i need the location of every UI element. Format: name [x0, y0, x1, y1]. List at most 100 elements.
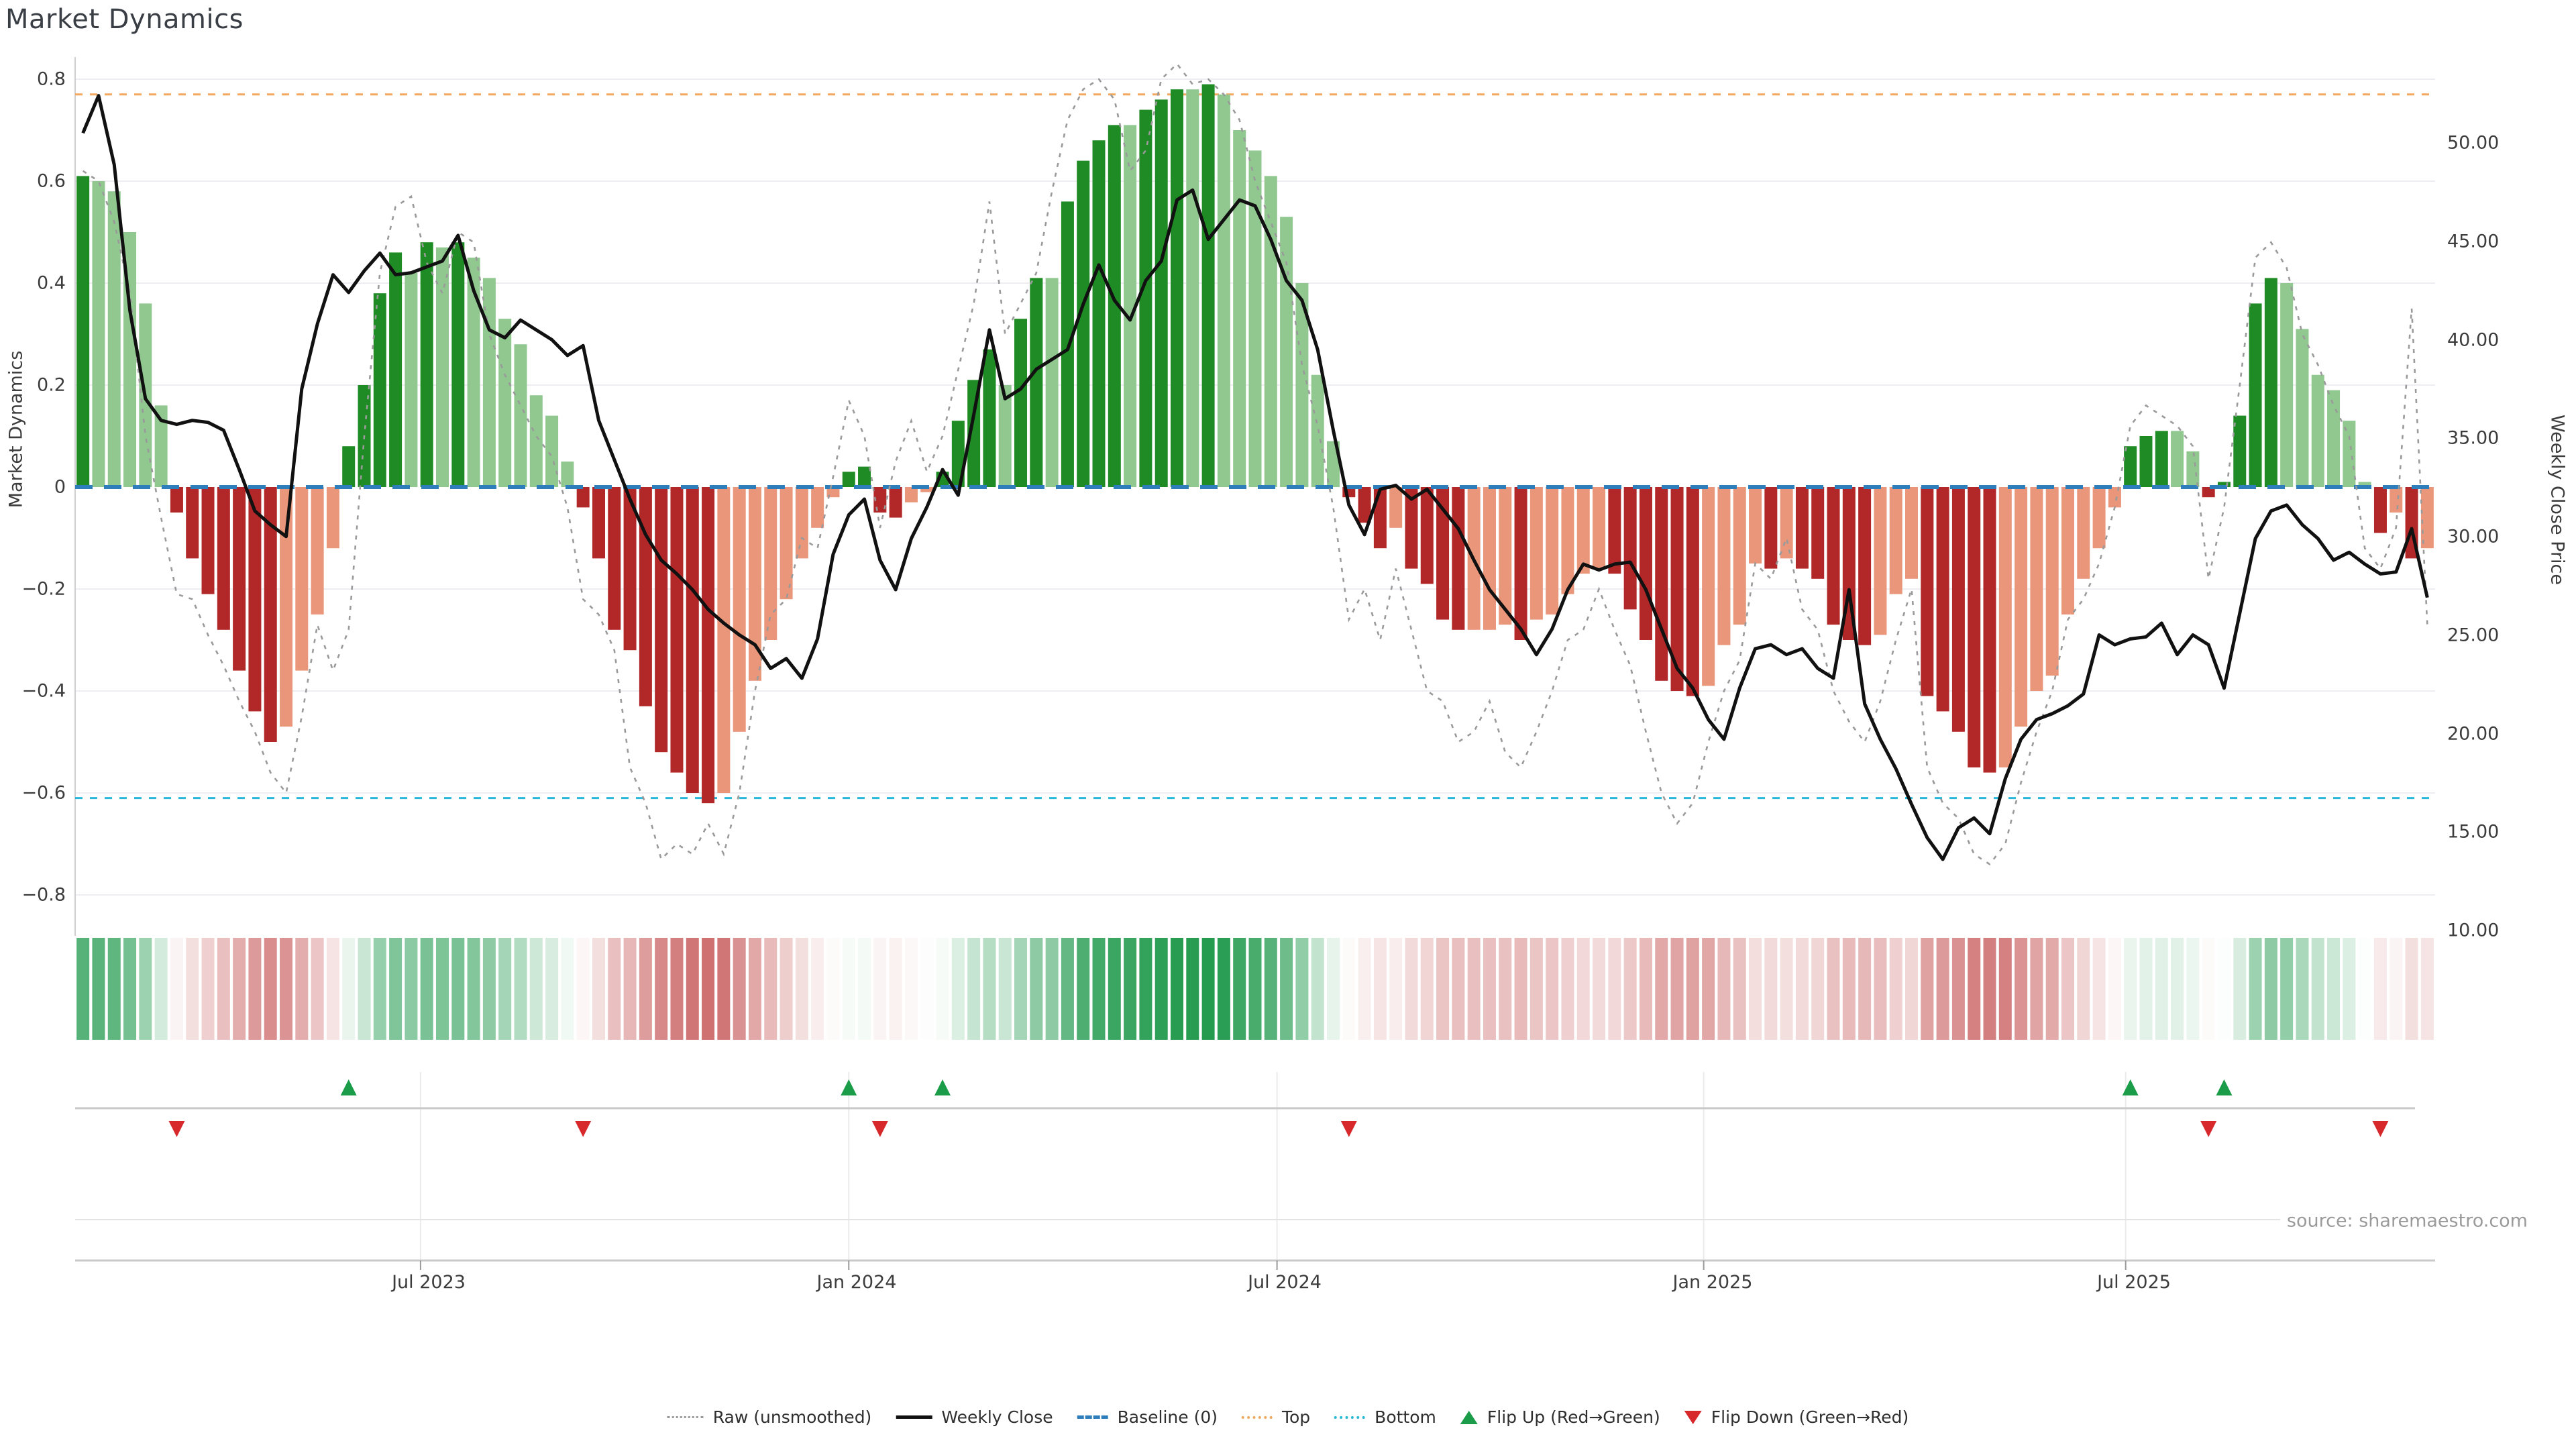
- bottom-line-icon: [1334, 1416, 1365, 1419]
- heatmap-cell: [873, 938, 886, 1040]
- oscillator-bar: [1452, 487, 1464, 630]
- heatmap-cell: [233, 938, 246, 1040]
- left-tick-0.8: 0.8: [5, 69, 66, 90]
- flip-up-marker: [2123, 1079, 2139, 1095]
- oscillator-bar: [1702, 487, 1715, 686]
- oscillator-bar: [561, 462, 574, 487]
- oscillator-bar: [608, 487, 621, 630]
- heatmap-cell: [405, 938, 417, 1040]
- oscillator-bar: [1577, 487, 1590, 574]
- oscillator-bar: [545, 416, 558, 487]
- heatmap-cell: [498, 938, 511, 1040]
- heatmap-cell: [1624, 938, 1637, 1040]
- heatmap-cell: [1686, 938, 1699, 1040]
- oscillator-bar: [170, 487, 183, 513]
- oscillator-bar: [717, 487, 730, 793]
- oscillator-bar: [1093, 140, 1106, 487]
- oscillator-bar: [1311, 375, 1324, 487]
- chart-canvas: [0, 0, 2576, 1449]
- oscillator-bar: [1374, 487, 1387, 548]
- oscillator-bar: [670, 487, 683, 773]
- oscillator-bar: [1905, 487, 1918, 579]
- heatmap-cell: [1811, 938, 1824, 1040]
- legend-item-flip-up: Flip Up (Red→Green): [1460, 1407, 1660, 1427]
- heatmap-cell: [1093, 938, 1106, 1040]
- oscillator-bar: [2046, 487, 2059, 676]
- oscillator-bar: [796, 487, 808, 558]
- oscillator-bar: [2108, 487, 2121, 507]
- heatmap-cell: [1358, 938, 1371, 1040]
- heatmap-cell: [1014, 938, 1027, 1040]
- heatmap-cell: [358, 938, 371, 1040]
- heatmap-cell: [2406, 938, 2418, 1040]
- oscillator-bar: [1640, 487, 1652, 640]
- oscillator-bar: [1858, 487, 1871, 645]
- heatmap-cell: [2218, 938, 2231, 1040]
- right-tick-25: 25.00: [2447, 625, 2499, 646]
- oscillator-bar: [1608, 487, 1621, 574]
- heatmap-cell: [592, 938, 605, 1040]
- baseline-line-icon: [1077, 1415, 1108, 1419]
- right-axis-title: Weekly Close Price: [2547, 415, 2568, 585]
- flip-up-marker: [341, 1079, 357, 1095]
- legend-item-weekly-close: Weekly Close: [896, 1407, 1053, 1427]
- oscillator-bar: [295, 487, 308, 671]
- heatmap-cell: [1452, 938, 1464, 1040]
- heatmap-cell: [1733, 938, 1746, 1040]
- heatmap-cell: [1186, 938, 1199, 1040]
- heatmap-cell: [1171, 938, 1183, 1040]
- right-tick-40: 40.00: [2447, 330, 2499, 351]
- oscillator-bar: [2186, 451, 2199, 487]
- oscillator-bar: [2124, 446, 2137, 487]
- flip-down-marker: [575, 1121, 591, 1137]
- heatmap-cell: [421, 938, 433, 1040]
- legend-item-raw: Raw (unsmoothed): [667, 1407, 872, 1427]
- heatmap-cell: [1265, 938, 1277, 1040]
- heatmap-cell: [170, 938, 183, 1040]
- heatmap-cell: [530, 938, 543, 1040]
- heatmap-cell: [717, 938, 730, 1040]
- oscillator-bar: [311, 487, 324, 614]
- flip-down-triangle-icon: [1684, 1411, 1702, 1424]
- heatmap-cell: [2421, 938, 2434, 1040]
- oscillator-bar: [1921, 487, 1933, 696]
- oscillator-bar: [1265, 176, 1277, 487]
- oscillator-bar: [374, 293, 386, 487]
- oscillator-bar: [1561, 487, 1574, 594]
- heatmap-cell: [217, 938, 230, 1040]
- oscillator-bar: [2327, 390, 2340, 487]
- oscillator-bar: [733, 487, 746, 732]
- heatmap-cell: [1389, 938, 1402, 1040]
- heatmap-cell: [2296, 938, 2308, 1040]
- heatmap-cell: [1593, 938, 1605, 1040]
- heatmap-cell: [1874, 938, 1886, 1040]
- heatmap-cell: [1342, 938, 1355, 1040]
- oscillator-bar: [1811, 487, 1824, 579]
- flip-down-marker: [168, 1121, 184, 1137]
- oscillator-bar: [1139, 110, 1152, 487]
- heatmap-cell: [1890, 938, 1902, 1040]
- heatmap-cell: [2030, 938, 2043, 1040]
- heatmap-cell: [2186, 938, 2199, 1040]
- heatmap-cell: [670, 938, 683, 1040]
- oscillator-bar: [1515, 487, 1527, 640]
- heatmap-cell: [264, 938, 277, 1040]
- oscillator-bar: [2061, 487, 2074, 614]
- oscillator-bar: [1717, 487, 1730, 645]
- heatmap-cell: [1655, 938, 1668, 1040]
- oscillator-bar: [389, 252, 402, 487]
- heatmap-cell: [2312, 938, 2324, 1040]
- right-tick-15: 15.00: [2447, 822, 2499, 843]
- heatmap-cell: [468, 938, 480, 1040]
- oscillator-bar: [108, 191, 121, 487]
- left-tick--0.4: −0.4: [5, 681, 66, 702]
- oscillator-bar: [202, 487, 215, 594]
- oscillator-bar: [1233, 130, 1246, 487]
- heatmap-cell: [2359, 938, 2371, 1040]
- oscillator-bar: [1421, 487, 1434, 584]
- heatmap-cell: [1640, 938, 1652, 1040]
- oscillator-bar: [1202, 85, 1215, 487]
- oscillator-bar: [2030, 487, 2043, 691]
- oscillator-bar: [186, 487, 199, 558]
- left-tick-0.4: 0.4: [5, 273, 66, 294]
